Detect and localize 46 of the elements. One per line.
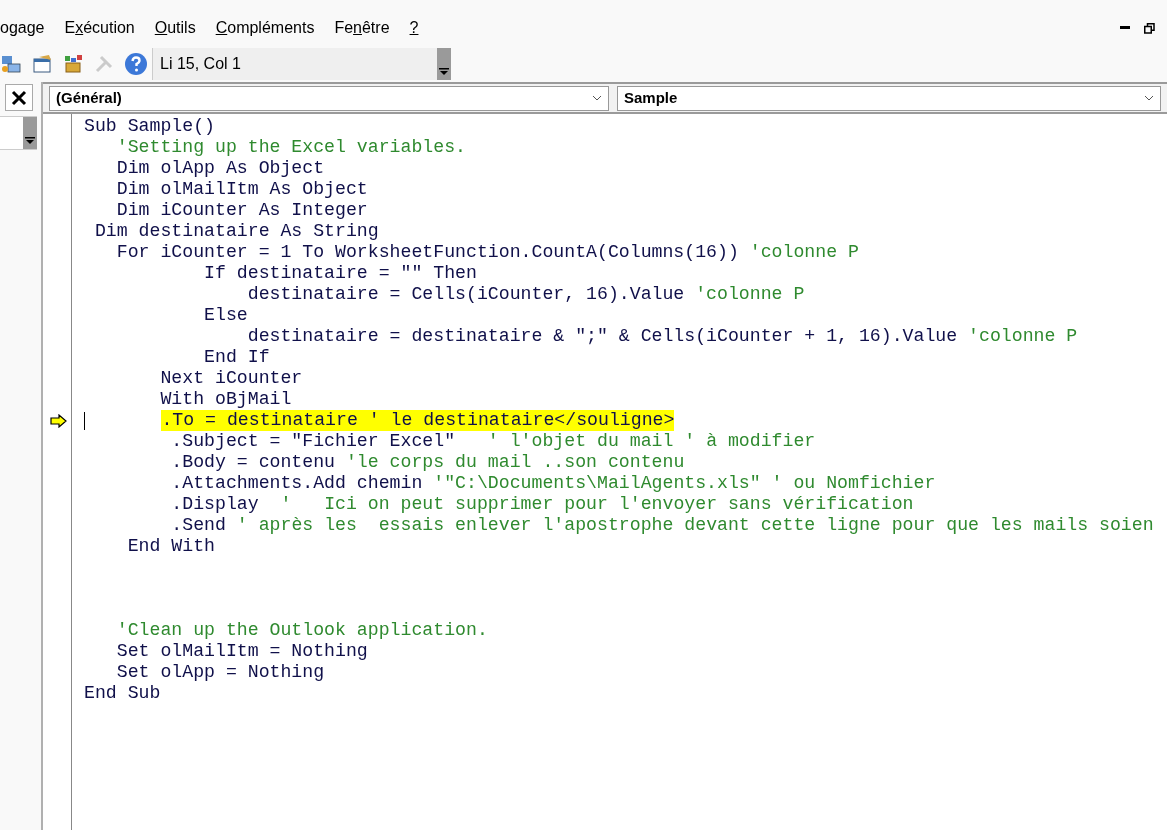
help-icon[interactable] [124, 52, 148, 76]
toolbar-dropdown-button[interactable] [437, 48, 451, 80]
procedure-combo[interactable]: Sample [617, 85, 1161, 111]
code-line: Dim olMailItm As Object [115, 179, 368, 200]
close-icon [11, 89, 27, 106]
menu-item[interactable]: Outils [154, 16, 196, 40]
code-line: .Display ' Ici on peut supprimer pour l'envoyer sans vérification [170, 494, 914, 515]
code-line: Dim iCounter As Integer [115, 200, 368, 221]
chevron-down-icon [1144, 95, 1154, 101]
code-line: Dim destinataire As String [93, 221, 379, 242]
code-line: .Body = contenu 'le corps du mail ..son contenu [170, 452, 685, 473]
project-explorer-icon[interactable] [0, 53, 22, 75]
code-line: End If [203, 347, 270, 368]
dropdown-arrow-icon[interactable] [25, 137, 35, 145]
properties-icon[interactable] [31, 53, 53, 75]
restore-icon[interactable] [1144, 22, 1155, 34]
menu-item[interactable]: ogage [0, 16, 45, 40]
close-button[interactable] [5, 84, 33, 111]
menu-item[interactable]: ? [409, 16, 419, 40]
menu-item[interactable]: Compléments [215, 16, 315, 40]
code-line: .Send ' après les essais enlever l'apostrophe devant cette ligne pour que les mails soien [170, 515, 1154, 536]
menu-item[interactable]: Fenêtre [334, 16, 390, 40]
code-line: Dim olApp As Object [115, 158, 325, 179]
code-line: End Sub [84, 683, 161, 704]
code-line: Set olMailItm = Nothing [115, 641, 368, 662]
object-combo[interactable]: (Général) [49, 85, 609, 111]
code-line: 'Clean up the Outlook application. [115, 620, 488, 641]
code-line: End With [126, 536, 215, 557]
code-line: .Subject = "Fichier Excel" ' l'objet du mail ' à modifier [170, 431, 816, 452]
code-line: Next iCounter [159, 368, 303, 389]
minimize-icon[interactable] [1120, 26, 1130, 30]
code-line: 'Setting up the Excel variables. [115, 137, 466, 158]
code-line: destinataire = destinataire & ";" & Cells(iCounter + 1, 16).Value 'colonne P [246, 326, 1078, 347]
chevron-down-icon [592, 95, 602, 101]
position-indicator: Li 15, Col 1 [152, 48, 437, 80]
object-browser-icon[interactable] [62, 53, 84, 75]
menu-item[interactable]: Exécution [64, 16, 135, 40]
code-line: If destinataire = "" Then [203, 263, 477, 284]
code-line: Sub Sample() [84, 116, 215, 137]
code-line: For iCounter = 1 To WorksheetFunction.CountA(Columns(16)) 'colonne P [115, 242, 859, 263]
code-line: .Attachments.Add chemin '"C:\Documents\MailAgents.xls" ' ou Nomfichier [170, 473, 936, 494]
code-line: Else [203, 305, 248, 326]
dropdown-arrow-icon [439, 68, 449, 76]
code-line: Set olApp = Nothing [115, 662, 325, 683]
code-line: destinataire = Cells(iCounter, 16).Value 'colonne P [246, 284, 805, 305]
code-line: With oBjMail [159, 389, 292, 410]
